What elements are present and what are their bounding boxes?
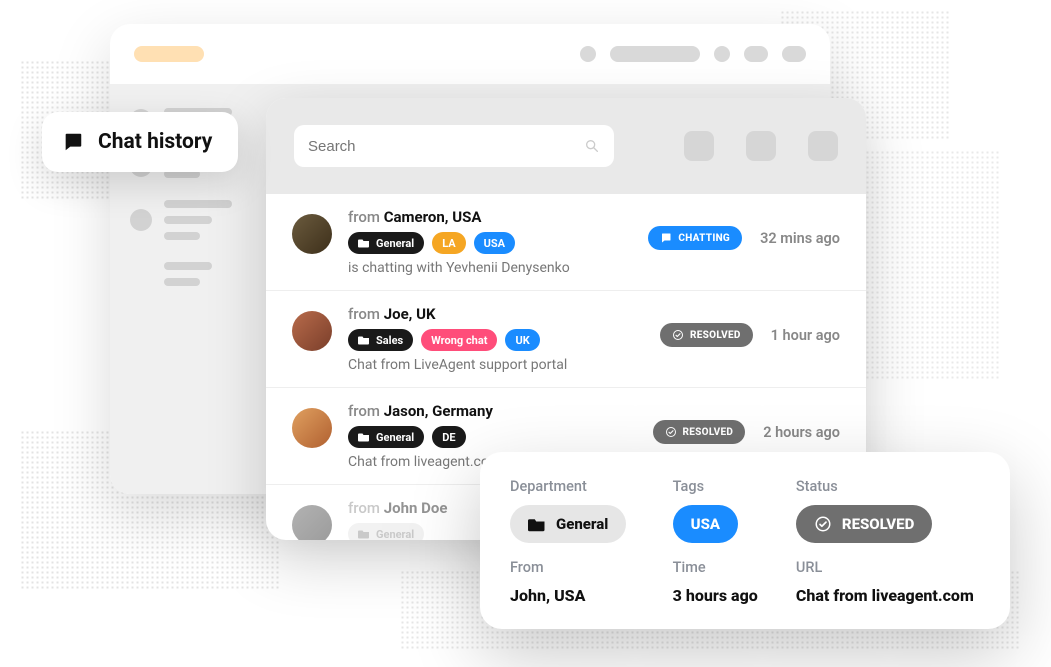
folder-icon bbox=[528, 517, 546, 532]
chat-tags: General DE bbox=[348, 426, 637, 448]
placeholder-bar bbox=[610, 46, 700, 62]
status-pill: RESOLVED bbox=[653, 420, 746, 444]
search-icon bbox=[584, 138, 600, 154]
chat-icon bbox=[62, 131, 84, 153]
folder-icon bbox=[358, 432, 370, 442]
chat-from-line: from Jason, Germany bbox=[348, 402, 637, 420]
department-tag[interactable]: General bbox=[348, 426, 424, 448]
chat-tag[interactable]: UK bbox=[505, 329, 539, 351]
chat-subtitle: Chat from LiveAgent support portal bbox=[348, 357, 644, 373]
chat-subtitle: is chatting with Yevhenii Denysenko bbox=[348, 260, 632, 276]
detail-url-value: Chat from liveagent.com bbox=[796, 586, 980, 605]
logo-placeholder bbox=[134, 46, 204, 62]
avatar bbox=[292, 505, 332, 540]
check-circle-icon bbox=[814, 515, 832, 533]
chat-row-main: from Joe, UK Sales Wrong chat UK Chat from L… bbox=[348, 305, 644, 373]
search-box[interactable] bbox=[294, 125, 614, 167]
chat-detail-popover: Department General Tags USA Status RESOL… bbox=[480, 452, 1010, 629]
header-action-placeholder[interactable] bbox=[746, 131, 776, 161]
detail-label-status: Status bbox=[796, 478, 980, 495]
avatar bbox=[292, 408, 332, 448]
avatar bbox=[292, 214, 332, 254]
chat-time: 32 mins ago bbox=[760, 230, 840, 247]
chat-row-right: RESOLVED 1 hour ago bbox=[660, 323, 840, 347]
detail-time-value: 3 hours ago bbox=[673, 586, 778, 605]
chat-tags: General LA USA bbox=[348, 232, 632, 254]
chat-tags: Sales Wrong chat UK bbox=[348, 329, 644, 351]
chat-from-line: from Cameron, USA bbox=[348, 208, 632, 226]
chat-row-main: from Cameron, USA General LA USA is chatting… bbox=[348, 208, 632, 276]
chat-row-right: CHATTING 32 mins ago bbox=[648, 226, 840, 250]
placeholder-dot bbox=[580, 46, 596, 62]
detail-label-department: Department bbox=[510, 478, 655, 495]
detail-label-from: From bbox=[510, 559, 655, 576]
chat-history-title: Chat history bbox=[98, 130, 212, 154]
placeholder-bar bbox=[782, 46, 806, 62]
detail-tag-pill[interactable]: USA bbox=[673, 505, 738, 543]
background-topbar bbox=[110, 24, 830, 84]
shadow-speckle bbox=[860, 150, 1000, 380]
folder-icon bbox=[358, 238, 370, 248]
chat-tag[interactable]: DE bbox=[432, 426, 465, 448]
department-tag[interactable]: General bbox=[348, 232, 424, 254]
chat-row[interactable]: from Cameron, USA General LA USA is chatting… bbox=[266, 194, 866, 291]
detail-from-value: John, USA bbox=[510, 586, 655, 605]
chat-row-right: RESOLVED 2 hours ago bbox=[653, 420, 841, 444]
avatar bbox=[292, 311, 332, 351]
department-tag[interactable]: Sales bbox=[348, 329, 413, 351]
chat-row[interactable]: from Joe, UK Sales Wrong chat UK Chat from L… bbox=[266, 291, 866, 388]
status-pill: RESOLVED bbox=[660, 323, 753, 347]
check-circle-icon bbox=[665, 426, 677, 438]
folder-icon bbox=[358, 529, 370, 539]
panel-header bbox=[266, 98, 866, 194]
detail-label-time: Time bbox=[673, 559, 778, 576]
department-tag[interactable]: General bbox=[348, 523, 424, 540]
folder-icon bbox=[358, 335, 370, 345]
chat-icon bbox=[660, 232, 672, 244]
chat-tag[interactable]: USA bbox=[474, 232, 515, 254]
chat-history-card: Chat history bbox=[42, 112, 238, 172]
search-input[interactable] bbox=[308, 138, 584, 155]
detail-status-pill[interactable]: RESOLVED bbox=[796, 505, 932, 543]
detail-tag-value: USA bbox=[691, 515, 720, 533]
detail-status-value: RESOLVED bbox=[842, 515, 914, 533]
detail-department-pill[interactable]: General bbox=[510, 505, 626, 543]
placeholder-dot bbox=[714, 46, 730, 62]
header-action-placeholder[interactable] bbox=[684, 131, 714, 161]
placeholder-bar bbox=[744, 46, 768, 62]
status-pill: CHATTING bbox=[648, 226, 742, 250]
check-circle-icon bbox=[672, 329, 684, 341]
chat-time: 2 hours ago bbox=[763, 424, 840, 441]
header-action-placeholder[interactable] bbox=[808, 131, 838, 161]
detail-label-url: URL bbox=[796, 559, 980, 576]
chat-tag[interactable]: LA bbox=[432, 232, 465, 254]
chat-from-line: from Joe, UK bbox=[348, 305, 644, 323]
detail-department-value: General bbox=[556, 515, 608, 533]
chat-tag[interactable]: Wrong chat bbox=[421, 329, 497, 351]
detail-label-tags: Tags bbox=[673, 478, 778, 495]
chat-time: 1 hour ago bbox=[771, 327, 840, 344]
